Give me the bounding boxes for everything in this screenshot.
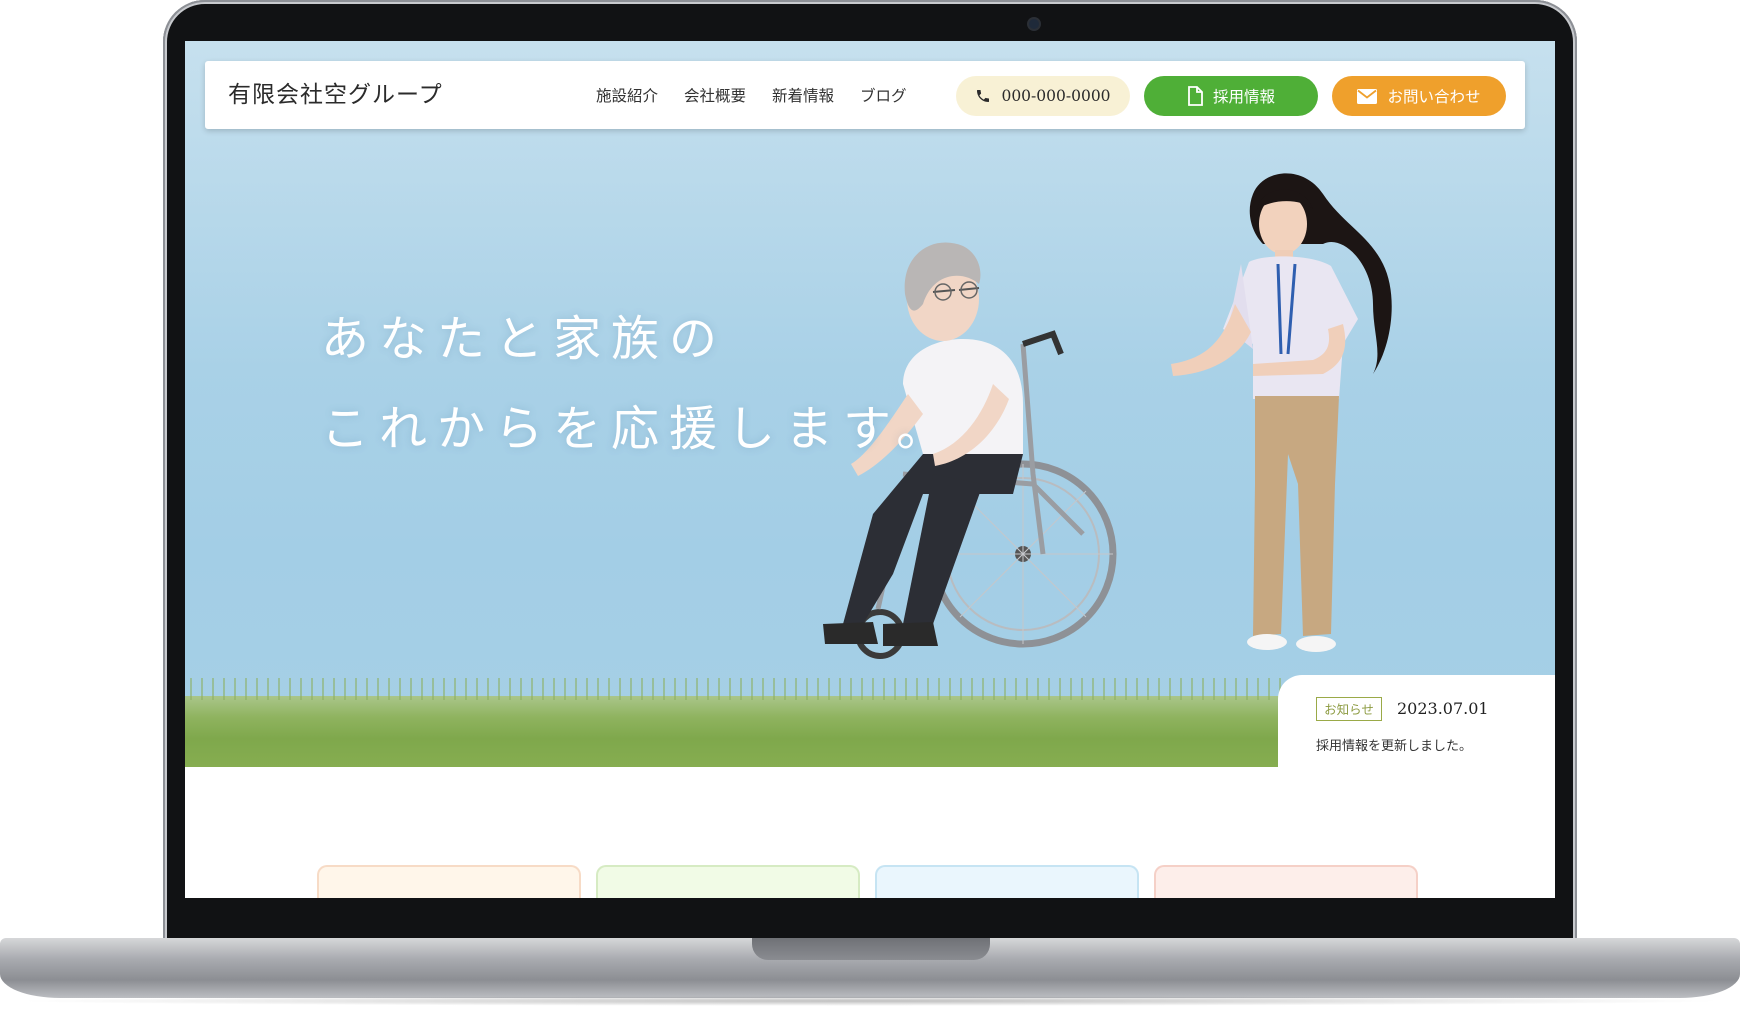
nav-item-company[interactable]: 会社概要 <box>684 84 746 106</box>
document-icon <box>1187 86 1203 106</box>
contact-label: お問い合わせ <box>1387 88 1481 106</box>
laptop-notch <box>752 938 990 960</box>
laptop-shadow <box>10 996 1730 1006</box>
contact-button[interactable]: お問い合わせ <box>1332 76 1506 116</box>
recruit-button[interactable]: 採用情報 <box>1144 76 1318 116</box>
phone-number: 000-000-0000 <box>1001 87 1111 105</box>
notice-date: 2023.07.01 <box>1397 699 1489 718</box>
mail-icon <box>1357 88 1378 104</box>
notice-panel[interactable]: お知らせ 2023.07.01 採用情報を更新しました。 <box>1278 675 1555 767</box>
feature-card[interactable] <box>317 865 581 898</box>
site-logo[interactable]: 有限会社空グループ <box>228 61 443 129</box>
feature-card[interactable] <box>875 865 1139 898</box>
feature-card[interactable] <box>1154 865 1418 898</box>
phone-button[interactable]: 000-000-0000 <box>956 76 1130 116</box>
nav-item-news[interactable]: 新着情報 <box>772 84 834 106</box>
hero-catchphrase-line2: これからを応援します。 <box>321 401 955 457</box>
browser-viewport: あなたと家族の これからを応援します。 お知らせ 2023.07.01 採用情報… <box>185 41 1555 898</box>
recruit-label: 採用情報 <box>1212 88 1275 106</box>
feature-card[interactable] <box>596 865 860 898</box>
webcam-icon <box>1029 19 1039 29</box>
nav-item-facilities[interactable]: 施設紹介 <box>596 84 658 106</box>
global-nav: 施設紹介 会社概要 新着情報 ブログ <box>596 61 907 129</box>
notice-text[interactable]: 採用情報を更新しました。 <box>1316 735 1472 754</box>
site-header: 有限会社空グループ 施設紹介 会社概要 新着情報 ブログ 000-000-000… <box>205 61 1525 129</box>
phone-icon <box>975 88 991 104</box>
hero-section: あなたと家族の これからを応援します。 お知らせ 2023.07.01 採用情報… <box>185 41 1555 767</box>
hero-catchphrase-line1: あなたと家族の <box>321 311 728 367</box>
nav-item-blog[interactable]: ブログ <box>860 84 907 106</box>
hero-photo <box>823 173 1392 659</box>
notice-tag: お知らせ <box>1316 697 1382 721</box>
